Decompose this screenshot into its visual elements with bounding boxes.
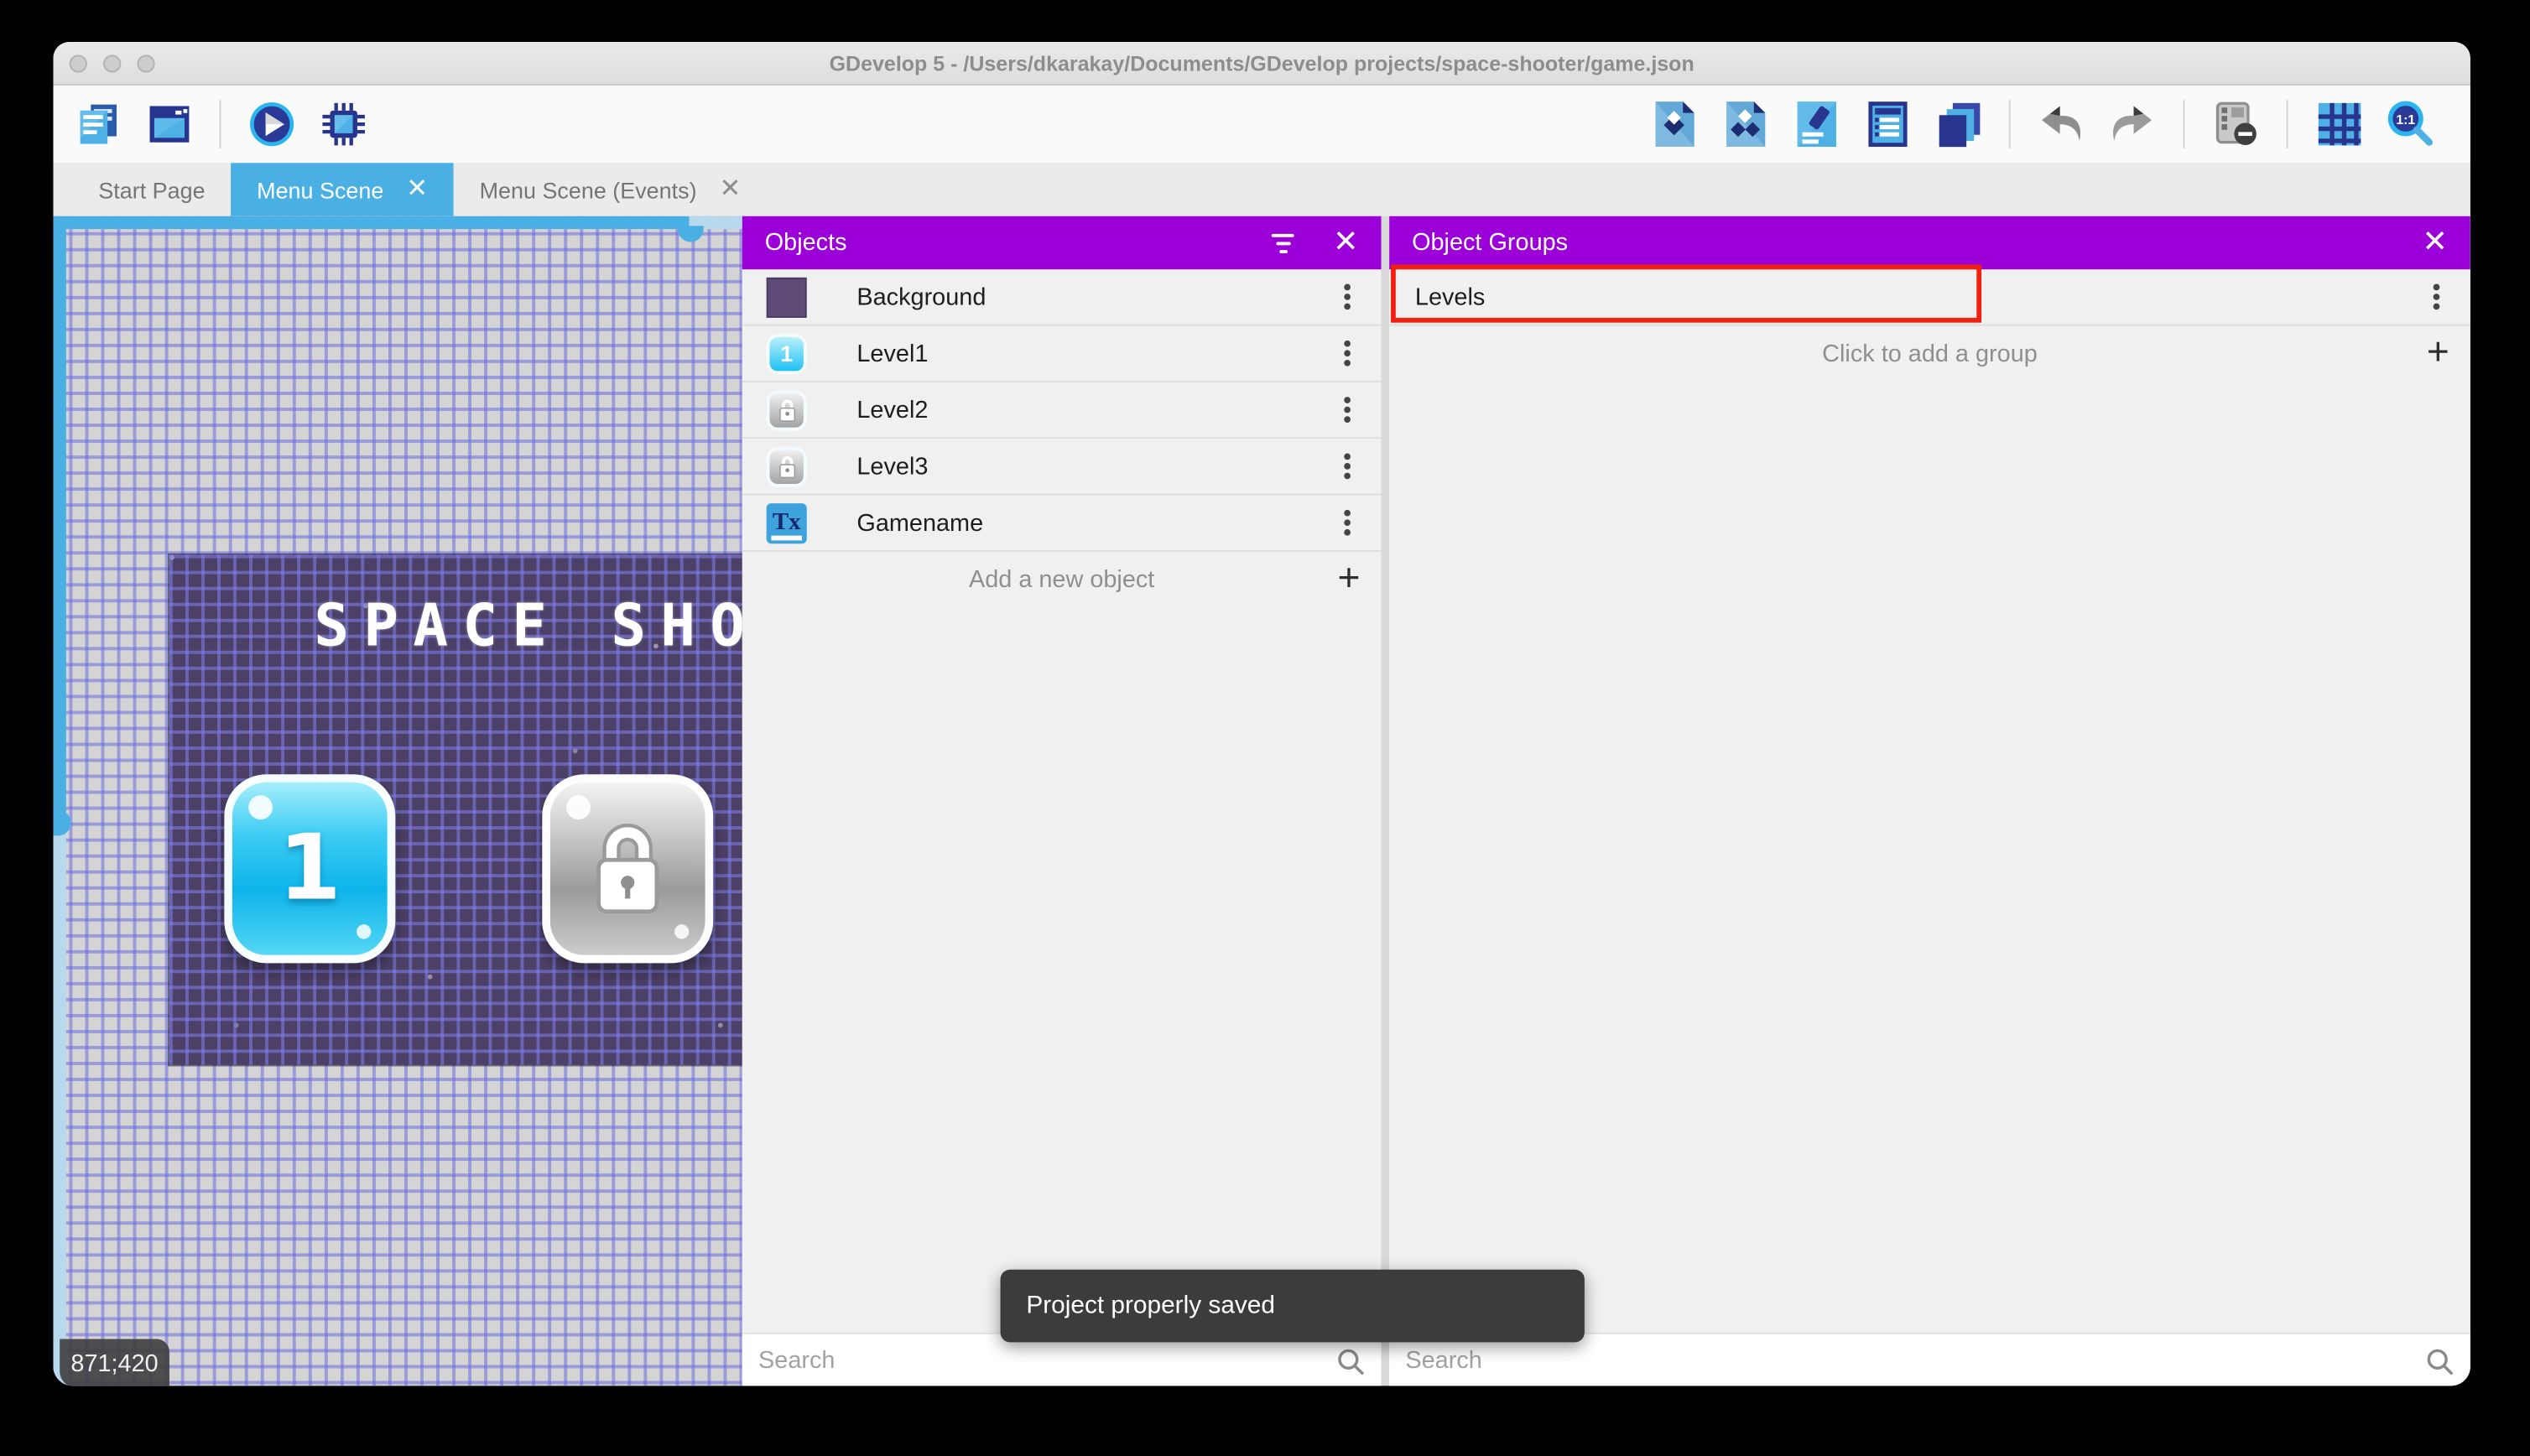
object-menu-icon[interactable] (1344, 519, 1351, 527)
window-title: GDevelop 5 - /Users/dkarakay/Documents/G… (829, 50, 1694, 75)
object-groups-panel-icon[interactable] (1720, 99, 1770, 149)
scene-stars-decoration (169, 554, 174, 560)
scene-editor-canvas[interactable]: SPACE SHOOTER 1 (53, 216, 742, 1386)
group-row-levels[interactable]: Levels (1389, 269, 2470, 326)
object-groups-panel-header: Object Groups ✕ (1389, 216, 2470, 270)
tab-menu-scene[interactable]: Menu Scene ✕ (231, 163, 454, 216)
toolbar-separator (2008, 100, 2011, 148)
scene-title-object[interactable]: SPACE SHOOTER (169, 594, 742, 660)
main-toolbar: 1:1 (53, 85, 2470, 164)
gloss-highlight (674, 924, 690, 939)
toolbar-left-group (73, 99, 368, 149)
close-panel-icon[interactable]: ✕ (2422, 227, 2448, 258)
objects-list: Background 1 Level1 Level2 Level3 Tx Gam… (742, 269, 1382, 1333)
close-tab-icon[interactable]: ✕ (406, 176, 428, 203)
main-content: SPACE SHOOTER 1 (53, 216, 2470, 1386)
objects-panel: Objects ✕ Background 1 Level1 Level2 Lev… (742, 216, 1382, 1386)
toolbar-separator (219, 100, 221, 148)
level2-locked-thumbnail-icon (766, 389, 807, 430)
object-row-level3[interactable]: Level3 (742, 439, 1382, 496)
cursor-coordinates-badge: 871;420 (60, 1339, 169, 1386)
project-manager-icon[interactable] (73, 99, 123, 149)
play-preview-icon[interactable] (247, 99, 297, 149)
object-row-level2[interactable]: Level2 (742, 382, 1382, 439)
text-object-thumbnail-icon: Tx (766, 502, 807, 543)
tab-label: Start Page (98, 176, 206, 203)
vertical-scroll-thumb[interactable] (53, 809, 71, 836)
object-groups-panel: Object Groups ✕ Levels Click to add a gr… (1389, 216, 2470, 1386)
tab-label: Menu Scene (257, 176, 384, 203)
background-thumbnail-icon (766, 276, 807, 317)
objects-panel-header: Objects ✕ (742, 216, 1382, 270)
svg-text:1:1: 1:1 (2396, 113, 2415, 127)
add-group-row[interactable]: Click to add a group + (1389, 326, 2470, 381)
horizontal-scroll-indicator[interactable] (53, 216, 742, 230)
objects-panel-icon[interactable] (1649, 99, 1700, 149)
object-menu-icon[interactable] (1344, 406, 1351, 413)
groups-search-input[interactable] (1389, 1347, 2470, 1375)
tab-menu-scene-events[interactable]: Menu Scene (Events) ✕ (454, 163, 767, 216)
properties-panel-icon[interactable] (1791, 99, 1841, 149)
object-row-level1[interactable]: 1 Level1 (742, 325, 1382, 382)
object-row-gamename[interactable]: Tx Gamename (742, 495, 1382, 552)
panel-divider[interactable] (1381, 216, 1390, 1386)
toolbar-right-group: 1:1 (1649, 99, 2435, 149)
vertical-scroll-indicator[interactable] (53, 216, 66, 1386)
objects-search-input[interactable] (742, 1347, 1382, 1375)
gloss-highlight (566, 795, 591, 820)
instances-list-icon[interactable] (1862, 99, 1913, 149)
object-menu-icon[interactable] (1344, 294, 1351, 300)
padlock-icon (596, 823, 659, 913)
layers-panel-icon[interactable] (1933, 99, 1983, 149)
gloss-highlight (248, 795, 273, 820)
debug-icon[interactable] (318, 99, 368, 149)
tab-label: Menu Scene (Events) (479, 176, 697, 203)
window-mask-icon[interactable] (2210, 99, 2261, 149)
gloss-highlight (357, 924, 372, 939)
scene-window-icon[interactable] (143, 99, 194, 149)
level1-thumbnail-icon: 1 (766, 333, 807, 374)
tab-start-page[interactable]: Start Page (73, 163, 232, 216)
close-panel-icon[interactable]: ✕ (1333, 227, 1359, 258)
plus-icon: + (1337, 556, 1361, 601)
tab-bar: Start Page Menu Scene ✕ Menu Scene (Even… (53, 163, 2470, 216)
search-icon (2427, 1348, 2453, 1375)
zoom-1-1-icon[interactable]: 1:1 (2385, 99, 2435, 149)
save-toast: Project properly saved (1000, 1269, 1585, 1343)
object-menu-icon[interactable] (1344, 350, 1351, 357)
group-menu-icon[interactable] (2433, 294, 2440, 300)
object-menu-icon[interactable] (1344, 463, 1351, 470)
add-object-row[interactable]: Add a new object + (742, 552, 1382, 606)
level2-button-object[interactable] (542, 774, 714, 964)
level3-locked-thumbnail-icon (766, 445, 807, 486)
level-number: 1 (278, 816, 341, 922)
object-row-background[interactable]: Background (742, 269, 1382, 326)
close-tab-icon[interactable]: ✕ (719, 176, 741, 203)
objects-panel-title: Objects (764, 229, 847, 257)
object-groups-panel-title: Object Groups (1412, 229, 1569, 257)
object-groups-list: Levels Click to add a group + (1389, 269, 2470, 1333)
toolbar-separator (2286, 100, 2288, 148)
titlebar: GDevelop 5 - /Users/dkarakay/Documents/G… (53, 42, 2470, 86)
toolbar-separator (2183, 100, 2185, 148)
redo-icon[interactable] (2107, 99, 2158, 149)
plus-icon: + (2426, 330, 2449, 375)
undo-icon[interactable] (2036, 99, 2086, 149)
grid-icon[interactable] (2314, 99, 2364, 149)
filter-icon[interactable] (1268, 232, 1298, 253)
level1-button-object[interactable]: 1 (224, 774, 396, 964)
search-icon (1338, 1348, 1364, 1375)
gdevelop-window: GDevelop 5 - /Users/dkarakay/Documents/G… (53, 42, 2470, 1386)
scene-background-object[interactable]: SPACE SHOOTER 1 (169, 554, 742, 1065)
screen: GDevelop 5 - /Users/dkarakay/Documents/G… (0, 0, 2530, 1455)
horizontal-scroll-thumb[interactable] (677, 226, 704, 242)
